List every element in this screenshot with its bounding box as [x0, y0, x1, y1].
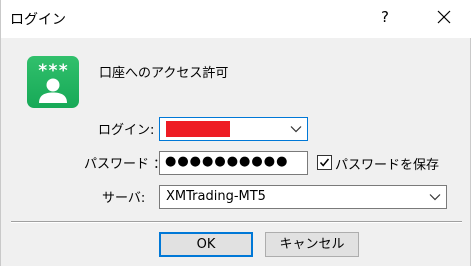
cancel-button[interactable]: キャンセル [265, 232, 359, 257]
save-password-checkbox[interactable] [317, 155, 332, 170]
chevron-down-icon[interactable] [429, 193, 441, 201]
ok-button[interactable]: OK [159, 232, 253, 257]
close-button[interactable] [429, 5, 459, 31]
separator-line [11, 221, 462, 223]
access-permission-heading: 口座へのアクセス許可 [99, 66, 229, 81]
server-value: XMTrading-MT5 [166, 189, 266, 204]
login-label: ログイン: [98, 123, 155, 138]
login-combobox[interactable] [159, 117, 308, 141]
user-login-icon: *** [27, 56, 79, 108]
title-bar: ログイン ? [1, 0, 471, 38]
help-button[interactable]: ? [373, 5, 397, 29]
password-field[interactable]: ●●●●●●●●●● [159, 151, 308, 175]
server-label: サーバ: [102, 191, 146, 206]
password-label: パスワード ： [84, 157, 167, 172]
logo-stars: *** [38, 61, 69, 81]
login-dialog: ログイン ? *** 口座へのアクセス許可 ログイン: パスワード ： ●●●●… [0, 0, 471, 266]
chevron-down-icon[interactable] [290, 125, 302, 133]
server-combobox[interactable]: XMTrading-MT5 [159, 185, 447, 209]
close-icon [437, 10, 451, 24]
checkmark-icon [319, 158, 330, 167]
save-password-label[interactable]: パスワードを保存 [335, 154, 439, 173]
window-title: ログイン [10, 12, 66, 28]
redacted-login-value [166, 121, 230, 137]
password-masked-value: ●●●●●●●●●● [165, 154, 289, 169]
